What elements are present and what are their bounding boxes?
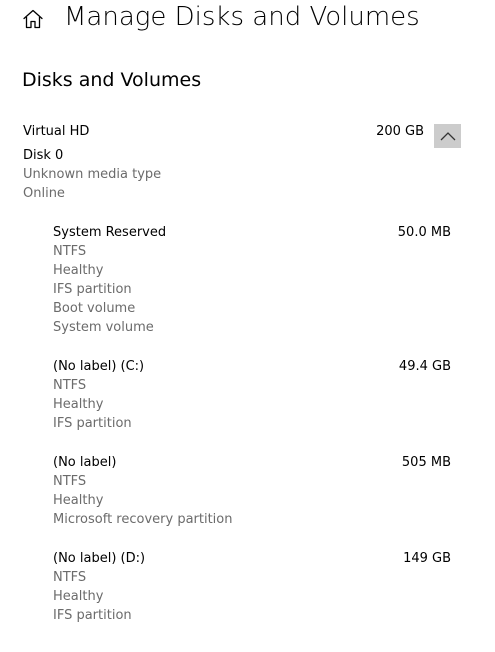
volume-filesystem: NTFS xyxy=(53,244,87,259)
volume-size: 49.4 GB xyxy=(398,359,451,374)
volume-name: (No label) xyxy=(53,455,117,470)
volume-health: Healthy xyxy=(53,263,104,278)
disk-name: Virtual HD xyxy=(23,124,90,139)
volume-health: Healthy xyxy=(53,397,104,412)
collapse-button[interactable] xyxy=(434,124,461,148)
volume-size: 505 MB xyxy=(401,455,451,470)
volume-filesystem: NTFS xyxy=(53,570,87,585)
volume-partition-type: IFS partition xyxy=(53,282,132,297)
section-title: Disks and Volumes xyxy=(22,69,202,91)
home-icon[interactable] xyxy=(22,9,44,29)
volume-health: Healthy xyxy=(53,589,104,604)
volume-partition-type: IFS partition xyxy=(53,416,132,431)
volume-partition-type: Microsoft recovery partition xyxy=(53,512,233,527)
volume-filesystem: NTFS xyxy=(53,474,87,489)
page-header: Manage Disks and Volumes xyxy=(0,0,495,40)
volume-size: 149 GB xyxy=(403,551,451,566)
volume-name: (No label) (C:) xyxy=(53,359,145,374)
page-title: Manage Disks and Volumes xyxy=(64,2,420,32)
volume-name: System Reserved xyxy=(53,225,167,240)
volume-size: 50.0 MB xyxy=(397,225,451,240)
volume-filesystem: NTFS xyxy=(53,378,87,393)
disk-media-type: Unknown media type xyxy=(23,167,162,182)
chevron-up-icon xyxy=(440,131,456,141)
disk-number: Disk 0 xyxy=(23,148,64,163)
volume-health: Healthy xyxy=(53,493,104,508)
volume-partition-type: IFS partition xyxy=(53,608,132,623)
volume-name: (No label) (D:) xyxy=(53,551,146,566)
volume-role: System volume xyxy=(53,320,154,335)
volume-role: Boot volume xyxy=(53,301,136,316)
disk-size: 200 GB xyxy=(376,124,424,139)
disk-status: Online xyxy=(23,186,65,201)
